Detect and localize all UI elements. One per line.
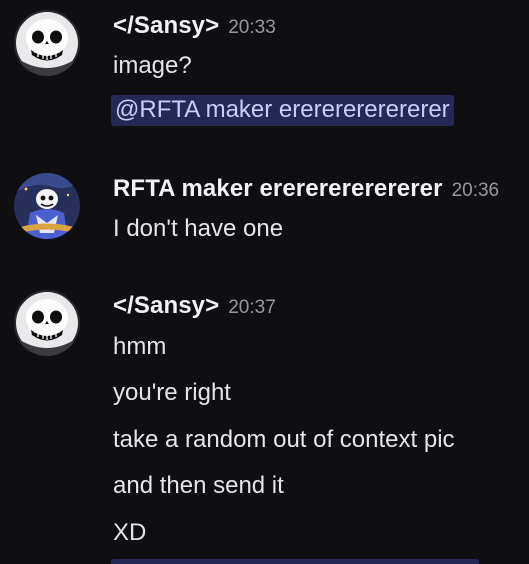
skull-avatar-icon[interactable]: [14, 290, 80, 356]
username[interactable]: </Sansy>: [113, 292, 219, 319]
message-header: </Sansy> 20:33: [113, 12, 276, 42]
message-header: </Sansy> 20:37: [113, 292, 276, 322]
partial-embed-strip: [111, 559, 479, 564]
message-text: hmm: [113, 333, 167, 360]
timestamp[interactable]: 20:33: [228, 17, 276, 38]
timestamp[interactable]: 20:36: [452, 180, 500, 201]
username[interactable]: </Sansy>: [113, 12, 219, 39]
skull-avatar-icon[interactable]: [14, 10, 80, 76]
message-text: image?: [113, 52, 192, 79]
chat-message-list: </Sansy> 20:33 image? @RFTA maker ererere…: [0, 0, 529, 564]
user-mention[interactable]: @RFTA maker erererererererer: [111, 95, 454, 126]
message-text: I don't have one: [113, 215, 284, 242]
timestamp[interactable]: 20:37: [228, 297, 276, 318]
username[interactable]: RFTA maker erererererererer: [113, 175, 443, 202]
message-text: and then send it: [113, 472, 284, 499]
message-header: RFTA maker erererererererer 20:36: [113, 175, 499, 205]
message-text: XD: [113, 519, 147, 546]
character-avatar-icon[interactable]: [14, 173, 80, 239]
message-text: you're right: [113, 379, 231, 406]
message-text: take a random out of context pic: [113, 426, 455, 453]
